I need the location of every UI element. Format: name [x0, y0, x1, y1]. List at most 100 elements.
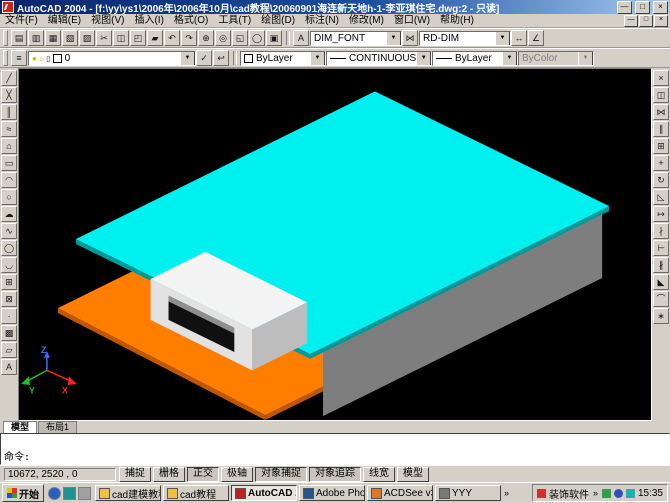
match-properties-icon[interactable]: ▰	[147, 30, 163, 46]
tray-chevron[interactable]: »	[592, 488, 599, 498]
point-icon[interactable]: ∙	[1, 308, 17, 324]
menu-item[interactable]: 工具(T)	[213, 14, 256, 27]
move-icon[interactable]: +	[653, 155, 669, 171]
undo-icon[interactable]: ↶	[164, 30, 180, 46]
multiline-text-icon[interactable]: A	[1, 359, 17, 375]
erase-icon[interactable]: ×	[653, 70, 669, 86]
status-toggle[interactable]: 线宽	[363, 467, 395, 482]
toolbar-grip[interactable]	[3, 50, 8, 66]
lineweight-combo[interactable]: ByLayer ▼	[432, 51, 518, 66]
line-icon[interactable]: ╱	[1, 70, 17, 86]
toolbar-grip[interactable]	[3, 30, 8, 46]
task-button[interactable]: AutoCAD 200...	[231, 485, 297, 501]
doc-close-button[interactable]: ×	[654, 15, 668, 27]
menu-item[interactable]: 标注(N)	[300, 14, 344, 27]
menu-item[interactable]: 插入(I)	[129, 14, 168, 27]
menu-item[interactable]: 编辑(E)	[43, 14, 86, 27]
explode-icon[interactable]: ∗	[653, 308, 669, 324]
dim-style-icon[interactable]: ⋈	[402, 30, 418, 46]
status-toggle[interactable]: 对象追踪	[309, 467, 361, 482]
task-button[interactable]: cad建模教程	[95, 485, 161, 501]
copy-icon[interactable]: ◫	[113, 30, 129, 46]
status-toggle[interactable]: 正交	[187, 467, 219, 482]
array-icon[interactable]: ⊞	[653, 138, 669, 154]
insert-block-icon[interactable]: ⊞	[1, 274, 17, 290]
extend-icon[interactable]: ⊢	[653, 240, 669, 256]
make-layer-current-icon[interactable]: ✓	[196, 50, 212, 66]
zoom-previous-icon[interactable]: ◯	[249, 30, 265, 46]
layer-manager-icon[interactable]: ≡	[11, 50, 27, 66]
minimize-button[interactable]: —	[617, 1, 632, 14]
menu-item[interactable]: 视图(V)	[86, 14, 129, 27]
quick-launch-icon[interactable]	[63, 487, 76, 500]
status-toggle[interactable]: 捕捉	[119, 467, 151, 482]
layer-freeze-icon[interactable]: ☼	[38, 54, 45, 63]
tray-icon[interactable]	[614, 489, 623, 498]
paste-icon[interactable]: ◰	[130, 30, 146, 46]
offset-icon[interactable]: ∥	[653, 121, 669, 137]
properties-icon[interactable]: ▣	[266, 30, 282, 46]
chevron-down-icon[interactable]: ▼	[495, 31, 510, 46]
menu-item[interactable]: 帮助(H)	[435, 14, 479, 27]
multiline-icon[interactable]: ║	[1, 104, 17, 120]
copy-object-icon[interactable]: ◫	[653, 87, 669, 103]
command-prompt[interactable]: 命令:	[4, 453, 666, 463]
layer-previous-icon[interactable]: ↩	[213, 50, 229, 66]
drawing-area[interactable]: Z X Y	[18, 68, 652, 421]
status-toggle[interactable]: 对象捕捉	[255, 467, 307, 482]
stretch-icon[interactable]: ↦	[653, 206, 669, 222]
scale-icon[interactable]: ◺	[653, 189, 669, 205]
new-file-icon[interactable]: ▤	[11, 30, 27, 46]
chevron-down-icon[interactable]: ▼	[502, 51, 517, 66]
polygon-icon[interactable]: ⌂	[1, 138, 17, 154]
circle-icon[interactable]: ○	[1, 189, 17, 205]
command-line-window[interactable]: 命令:	[0, 433, 670, 465]
region-icon[interactable]: ▱	[1, 342, 17, 358]
rotate-icon[interactable]: ↻	[653, 172, 669, 188]
dim-style-combo[interactable]: RD-DIM ▼	[419, 31, 511, 46]
zoom-realtime-icon[interactable]: ◎	[215, 30, 231, 46]
zoom-window-icon[interactable]: ◱	[232, 30, 248, 46]
linetype-combo[interactable]: CONTINUOUS ▼	[326, 51, 432, 66]
dim-linear-icon[interactable]: ↔	[511, 30, 527, 46]
redo-icon[interactable]: ↷	[181, 30, 197, 46]
break-icon[interactable]: ∦	[653, 257, 669, 273]
taskbar-overflow-chevron[interactable]: »	[503, 488, 510, 498]
menu-item[interactable]: 修改(M)	[344, 14, 389, 27]
start-button[interactable]: 开始	[2, 484, 44, 502]
plot-icon[interactable]: ▧	[62, 30, 78, 46]
menu-item[interactable]: 格式(O)	[169, 14, 213, 27]
chevron-down-icon[interactable]: ▼	[386, 31, 401, 46]
arc-icon[interactable]: ◠	[1, 172, 17, 188]
menu-item[interactable]: 绘图(D)	[256, 14, 300, 27]
layer-lock-icon[interactable]: ▯	[46, 54, 50, 63]
tray-icon[interactable]	[537, 489, 546, 498]
text-style-combo[interactable]: DIM_FONT ▼	[310, 31, 402, 46]
dim-angular-icon[interactable]: ∠	[528, 30, 544, 46]
quick-launch-icon[interactable]	[48, 487, 61, 500]
polyline-icon[interactable]: ≈	[1, 121, 17, 137]
cut-icon[interactable]: ✂	[96, 30, 112, 46]
ellipse-icon[interactable]: ◯	[1, 240, 17, 256]
text-style-icon[interactable]: A	[293, 30, 309, 46]
doc-restore-button[interactable]: □	[639, 15, 653, 27]
pan-icon[interactable]: ⊕	[198, 30, 214, 46]
task-button[interactable]: cad教程	[163, 485, 229, 501]
layer-on-icon[interactable]: ●	[32, 54, 37, 63]
mirror-icon[interactable]: ⋈	[653, 104, 669, 120]
quick-launch-icon[interactable]	[78, 487, 91, 500]
tray-icon[interactable]	[602, 489, 611, 498]
tray-icon[interactable]	[626, 489, 635, 498]
layout-tab[interactable]: 模型	[3, 421, 37, 433]
color-combo[interactable]: ByLayer ▼	[240, 51, 326, 66]
spline-icon[interactable]: ∿	[1, 223, 17, 239]
menu-item[interactable]: 文件(F)	[0, 14, 43, 27]
status-toggle[interactable]: 极轴	[221, 467, 253, 482]
chevron-down-icon[interactable]: ▼	[180, 51, 195, 66]
doc-minimize-button[interactable]: —	[624, 15, 638, 27]
task-button[interactable]: Adobe Photo...	[299, 485, 365, 501]
ellipse-arc-icon[interactable]: ◡	[1, 257, 17, 273]
task-button[interactable]: YYY	[435, 485, 501, 501]
chevron-down-icon[interactable]: ▼	[416, 51, 431, 66]
title-bar[interactable]: AutoCAD 2004 - [f:\yy\ys1\2006年\2006年10月…	[0, 0, 670, 14]
